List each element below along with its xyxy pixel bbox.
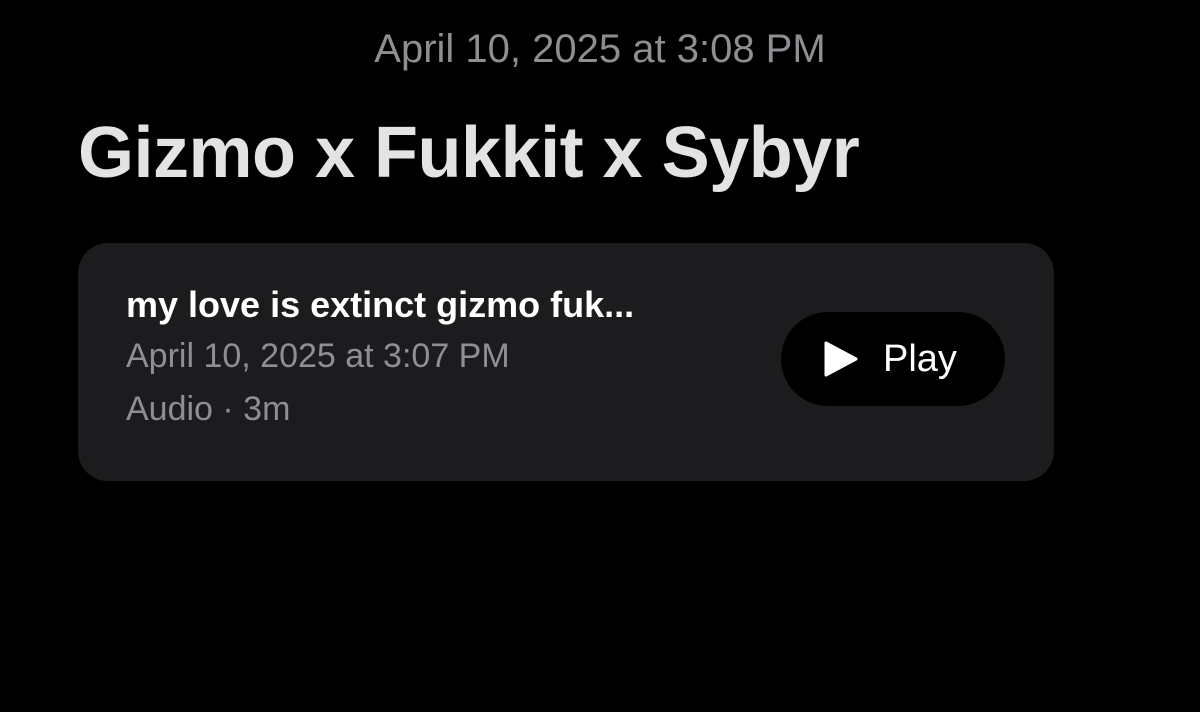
attachment-meta: Audio · 3m [126,390,291,428]
attachment-date: April 10, 2025 at 3:07 PM [126,337,510,375]
play-button[interactable]: Play [781,312,1005,406]
play-button-label: Play [883,338,957,380]
note-title[interactable]: Gizmo x Fukkit x Sybyr [78,110,860,196]
note-timestamp: April 10, 2025 at 3:08 PM [374,27,826,71]
play-icon [824,341,858,377]
attachment-title: my love is extinct gizmo fuk... [126,284,635,325]
audio-attachment-card[interactable]: my love is extinct gizmo fuk... April 10… [78,243,1054,481]
